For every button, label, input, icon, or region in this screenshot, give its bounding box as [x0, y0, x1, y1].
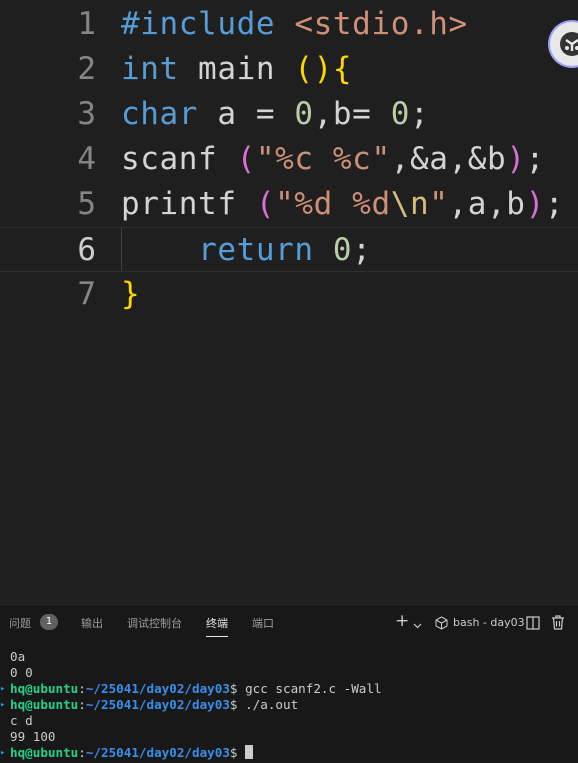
code-token: ) [525, 186, 545, 222]
prompt-symbol: $ [229, 697, 246, 712]
code-token: int [121, 51, 179, 87]
code-token: char [121, 96, 199, 132]
code-text: scanf ("%c %c",&a,&b); [121, 137, 545, 182]
code-editor[interactable]: 1 #include <stdio.h> 2 int main (){3 char a … [0, 0, 578, 604]
code-token: ; [352, 232, 372, 268]
code-token: "%c %c" [255, 141, 391, 177]
tab-problems[interactable]: 问题 [9, 615, 31, 631]
code-token: () [294, 51, 333, 87]
terminal-output-line: 99 100 [10, 729, 56, 744]
problems-count-badge: 1 [40, 614, 58, 630]
prompt-user: hq@ubuntu [10, 697, 79, 712]
code-token: ) [506, 141, 526, 177]
code-token: main [178, 51, 295, 87]
tab-debug-console[interactable]: 调试控制台 [127, 615, 182, 631]
code-line[interactable]: 3 char a = 0,b= 0; [0, 92, 578, 137]
code-token: 0 [294, 96, 314, 132]
indent-guide [121, 228, 122, 271]
code-token: ( [236, 141, 256, 177]
prompt-symbol: $ [229, 681, 246, 696]
prompt-separator: : [78, 745, 86, 760]
prompt-path: ~/25041/day02/day03 [85, 681, 230, 696]
code-token: ,b= [313, 96, 391, 132]
prompt-command: gcc scanf2.c -Wall [245, 681, 382, 696]
code-text: printf ("%d %d\n",a,b); [121, 182, 564, 227]
line-number: 5 [77, 186, 96, 222]
code-text: char a = 0,b= 0; [121, 92, 429, 137]
tab-output[interactable]: 输出 [81, 615, 103, 631]
code-text: return 0; [121, 228, 371, 273]
code-token: 0 [390, 96, 410, 132]
code-line[interactable]: 6 return 0; [0, 227, 578, 272]
code-line[interactable]: 2 int main (){ [0, 47, 578, 92]
prompt-symbol: $ [229, 745, 246, 760]
prompt-user: hq@ubuntu [10, 681, 79, 696]
code-line[interactable]: 1 #include <stdio.h> [0, 2, 578, 47]
code-token: ; [409, 96, 430, 132]
terminal-prompt-line: ▸ hq@ubuntu:~/25041/day02/day03$ [0, 745, 254, 761]
line-number: 7 [77, 276, 96, 312]
tab-ports[interactable]: 端口 [252, 615, 274, 631]
terminal-output-line: c d [10, 713, 33, 728]
code-token: scanf [121, 141, 218, 177]
prompt-path: ~/25041/day02/day03 [85, 745, 230, 760]
code-line[interactable]: 5 printf ("%d %d\n",a,b); [0, 182, 578, 227]
code-token: { [332, 51, 353, 87]
terminal-name[interactable]: bash - day03 [453, 616, 525, 629]
prompt-user: hq@ubuntu [10, 745, 79, 760]
prompt-separator: : [78, 697, 86, 712]
tab-terminal[interactable]: 终端 [206, 615, 228, 637]
code-token: ; [544, 186, 565, 222]
command-decoration-icon[interactable]: ▸ [0, 697, 5, 713]
code-text: int main (){ [121, 47, 352, 92]
bottom-panel: 问题 1 输出 调试控制台 终端 端口 + bash - day03 0a 0 … [0, 604, 578, 763]
terminal-prompt-line: ▸ hq@ubuntu:~/25041/day02/day03$ ./a.out [0, 697, 299, 713]
command-decoration-icon[interactable]: ▸ [0, 745, 5, 761]
code-token: 0 [332, 232, 353, 268]
code-token: " [429, 186, 449, 222]
terminal-prompt-line: ▸ hq@ubuntu:~/25041/day02/day03$ gcc scan… [0, 681, 382, 697]
terminal-cursor [245, 745, 254, 759]
code-token: ( [255, 186, 276, 222]
code-line[interactable]: 4 scanf ("%c %c",&a,&b); [0, 137, 578, 182]
line-number: 1 [77, 6, 96, 42]
code-token: ,a,b [448, 186, 526, 222]
code-text: } [121, 272, 140, 317]
code-line[interactable]: 7} [0, 272, 578, 317]
code-text: #include <stdio.h> [121, 2, 468, 47]
line-number: 4 [77, 141, 96, 177]
terminal-output-line: 0 0 [10, 665, 33, 680]
line-number: 3 [77, 96, 96, 132]
trash-icon[interactable] [551, 615, 565, 634]
line-number: 6 [77, 232, 96, 268]
terminal-output-line: 0a [10, 649, 26, 664]
code-token: } [121, 276, 141, 312]
code-token: <stdio.h> [294, 6, 468, 42]
code-token: \n [390, 186, 430, 222]
code-token: ,&a,&b [390, 141, 507, 177]
code-token: return [198, 232, 314, 268]
command-decoration-icon[interactable]: ▸ [0, 681, 5, 697]
code-token: ; [525, 141, 545, 177]
code-token: #include [121, 6, 276, 42]
code-token: a = [198, 96, 295, 132]
line-number: 2 [77, 51, 96, 87]
prompt-command: ./a.out [245, 697, 299, 712]
code-token: printf [121, 186, 237, 222]
code-token: "%d %d [275, 186, 391, 222]
prompt-separator: : [78, 681, 86, 696]
chevron-down-icon[interactable] [413, 617, 422, 633]
plus-icon[interactable]: + [395, 611, 409, 631]
split-icon[interactable] [526, 616, 540, 634]
terminal-shell-icon [435, 616, 448, 634]
prompt-path: ~/25041/day02/day03 [85, 697, 230, 712]
panel-tabs: 问题 1 输出 调试控制台 终端 端口 + bash - day03 [0, 605, 578, 641]
